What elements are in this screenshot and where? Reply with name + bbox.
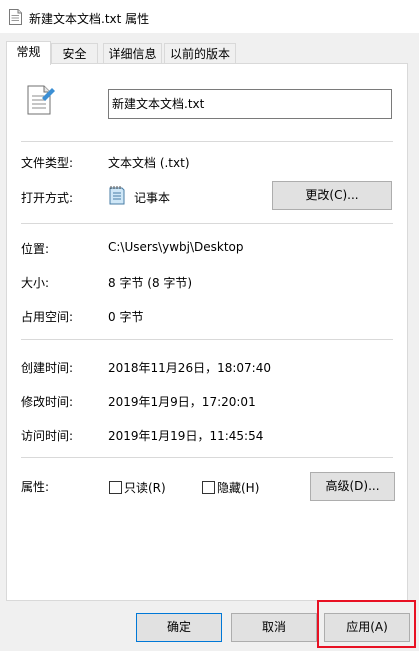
attributes-label: 属性: (21, 480, 50, 494)
window-title: 新建文本文档.txt 属性 (29, 12, 150, 26)
text-file-icon (27, 85, 55, 115)
modified-value: 2019年1月9日，17:20:01 (108, 395, 256, 409)
cancel-button[interactable]: 取消 (231, 613, 317, 642)
separator (21, 457, 393, 458)
opens-with-value: 记事本 (134, 191, 171, 205)
modified-label: 修改时间: (21, 395, 74, 409)
separator (21, 141, 393, 142)
readonly-checkbox[interactable] (109, 481, 122, 494)
hidden-label[interactable]: 隐藏(H) (217, 479, 259, 496)
tab-previous-versions[interactable]: 以前的版本 (164, 43, 236, 63)
change-program-button[interactable]: 更改(C)... (272, 181, 392, 210)
hidden-checkbox[interactable] (202, 481, 215, 494)
opens-with-label: 打开方式: (21, 191, 74, 205)
title-bar: 新建文本文档.txt 属性 (0, 0, 419, 33)
created-label: 创建时间: (21, 361, 74, 375)
tab-label: 安全 (62, 47, 87, 61)
separator (21, 223, 393, 224)
tab-security[interactable]: 安全 (51, 43, 98, 63)
file-type-label: 文件类型: (21, 156, 74, 170)
location-label: 位置: (21, 242, 50, 256)
size-label: 大小: (21, 276, 50, 290)
accessed-value: 2019年1月19日，11:45:54 (108, 429, 264, 443)
created-value: 2018年11月26日，18:07:40 (108, 361, 271, 375)
accessed-label: 访问时间: (21, 429, 74, 443)
tab-label: 详细信息 (108, 47, 157, 61)
tab-label: 以前的版本 (169, 47, 230, 61)
size-on-disk-value: 0 字节 (108, 310, 144, 324)
file-name-input[interactable]: 新建文本文档.txt (108, 89, 392, 119)
general-tab-panel: 新建文本文档.txt 文件类型: 文本文档 (.txt) 打开方式: 记事本 更… (6, 63, 408, 601)
readonly-label[interactable]: 只读(R) (124, 479, 166, 496)
tab-label: 常规 (16, 45, 41, 59)
notepad-icon (109, 186, 125, 205)
apply-button-highlight (317, 600, 416, 648)
separator (21, 339, 393, 340)
location-value: C:\Users\ywbj\Desktop (108, 240, 244, 254)
file-type-value: 文本文档 (.txt) (108, 156, 190, 170)
size-on-disk-label: 占用空间: (21, 310, 74, 324)
tab-details[interactable]: 详细信息 (103, 43, 162, 63)
ok-button[interactable]: 确定 (136, 613, 222, 642)
size-value: 8 字节 (8 字节) (108, 276, 193, 290)
advanced-button[interactable]: 高级(D)... (310, 472, 395, 501)
text-file-icon (9, 9, 22, 25)
tab-general[interactable]: 常规 (6, 41, 51, 65)
